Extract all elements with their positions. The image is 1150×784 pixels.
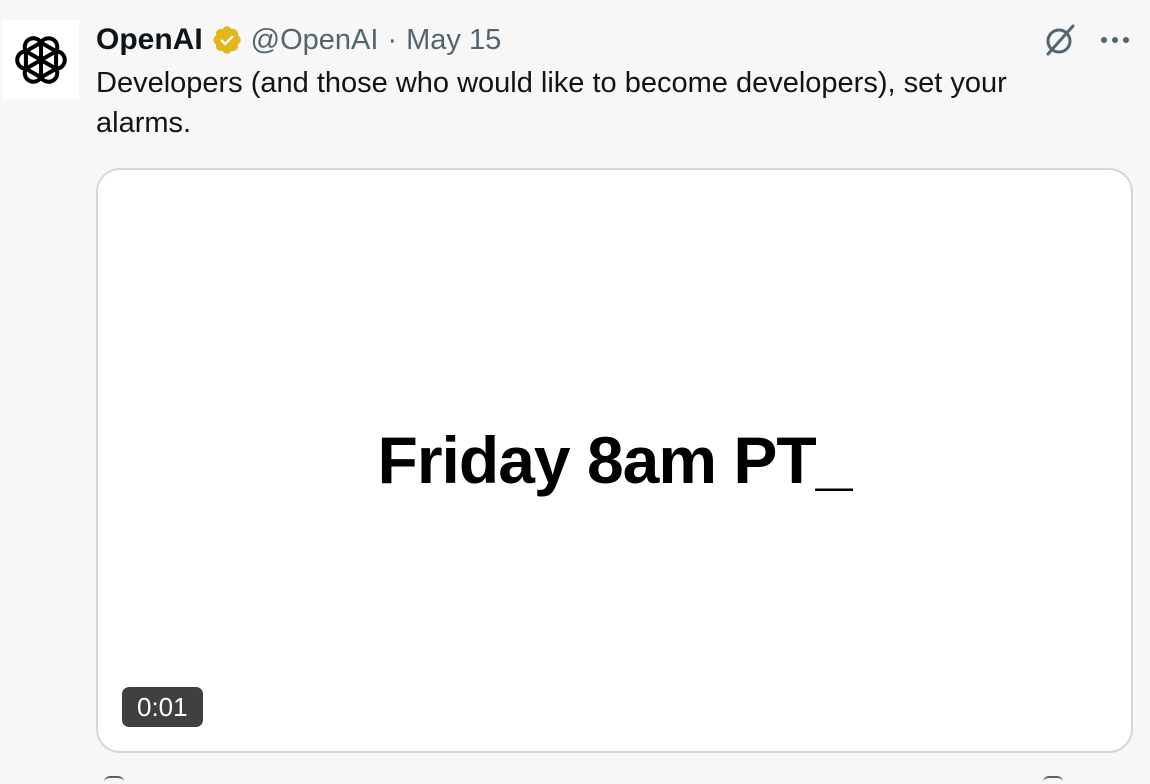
more-icon[interactable] xyxy=(1100,35,1130,45)
tweet-actions xyxy=(1042,22,1130,58)
video-player[interactable]: Friday 8am PT_ 0:01 xyxy=(96,168,1133,753)
avatar[interactable] xyxy=(2,20,79,99)
video-frame-text: Friday 8am PT_ xyxy=(377,423,853,497)
grok-icon[interactable] xyxy=(1042,22,1078,58)
tweet-text: Developers (and those who would like to … xyxy=(96,67,1007,139)
reply-icon[interactable] xyxy=(104,776,124,784)
tweet-date[interactable]: May 15 xyxy=(406,24,501,57)
tweet-header: OpenAI @OpenAI · May 15 xyxy=(96,20,501,60)
verified-badge-icon[interactable] xyxy=(211,24,243,56)
author-handle[interactable]: @OpenAI xyxy=(251,24,379,57)
video-duration: 0:01 xyxy=(122,687,203,727)
bookmark-icon[interactable] xyxy=(1043,776,1063,784)
separator-dot: · xyxy=(387,23,398,56)
author-name[interactable]: OpenAI xyxy=(96,23,203,57)
openai-logo-icon xyxy=(14,35,67,84)
tweet: OpenAI @OpenAI · May 15 Developers (and xyxy=(0,0,1150,782)
